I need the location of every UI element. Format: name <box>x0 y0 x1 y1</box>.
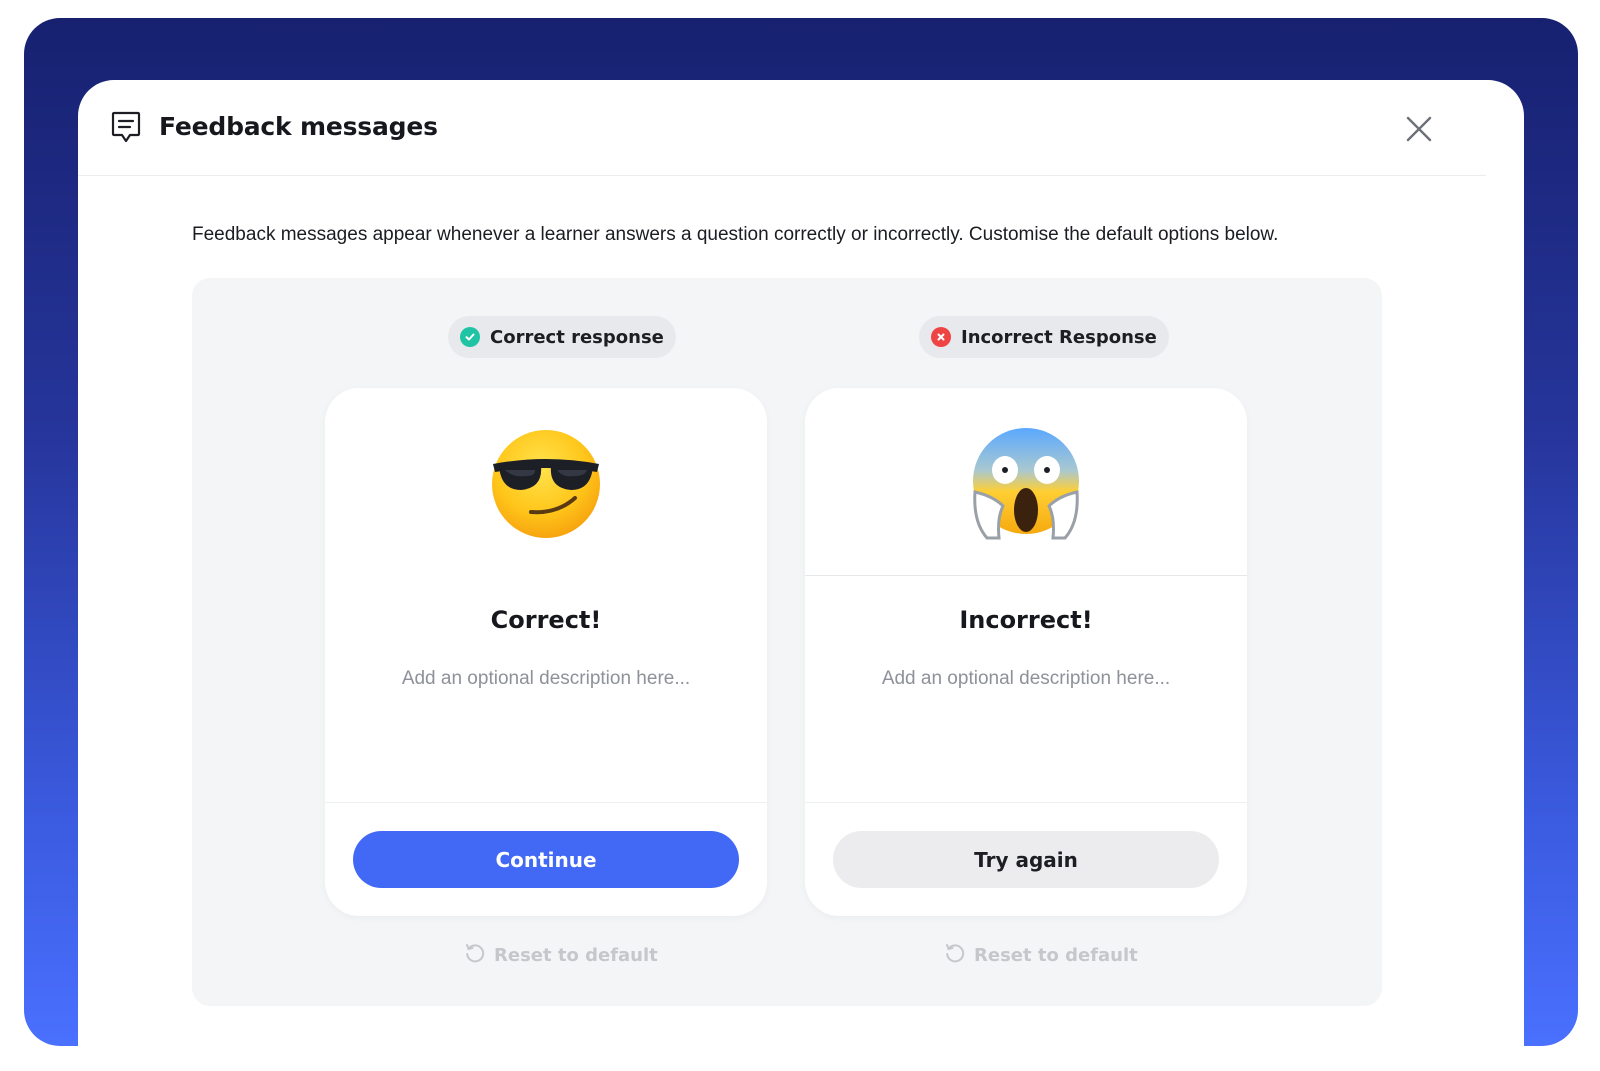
modal-header: Feedback messages <box>78 80 1486 176</box>
x-circle-icon <box>931 327 951 347</box>
check-circle-icon <box>460 327 480 347</box>
continue-button[interactable]: Continue <box>353 831 739 888</box>
reset-correct-button[interactable]: Reset to default <box>464 942 658 969</box>
feedback-preview-panel: Correct response Incorrect Response Corr… <box>192 278 1382 1006</box>
modal-title: Feedback messages <box>159 112 438 141</box>
incorrect-title[interactable]: Incorrect! <box>805 606 1247 634</box>
incorrect-response-badge: Incorrect Response <box>919 316 1169 358</box>
card-divider <box>805 802 1247 803</box>
feedback-messages-modal: Feedback messages Feedback messages appe… <box>78 80 1524 1046</box>
screaming-face-emoji-icon[interactable] <box>971 426 1081 542</box>
close-icon[interactable] <box>1404 114 1434 144</box>
sunglasses-emoji-icon[interactable] <box>491 426 601 542</box>
reset-icon <box>944 942 966 969</box>
intro-text: Feedback messages appear whenever a lear… <box>192 224 1279 245</box>
reset-label: Reset to default <box>974 945 1138 966</box>
correct-description-field[interactable]: Add an optional description here... <box>325 668 767 690</box>
background-frame: Feedback messages Feedback messages appe… <box>24 18 1578 1046</box>
incorrect-description-field[interactable]: Add an optional description here... <box>805 668 1247 690</box>
media-divider <box>805 575 1247 576</box>
card-divider <box>325 802 767 803</box>
correct-response-label: Correct response <box>490 326 664 348</box>
correct-response-badge: Correct response <box>448 316 676 358</box>
incorrect-response-label: Incorrect Response <box>961 326 1157 348</box>
reset-incorrect-button[interactable]: Reset to default <box>944 942 1138 969</box>
reset-label: Reset to default <box>494 945 658 966</box>
reset-icon <box>464 942 486 969</box>
incorrect-feedback-card: Incorrect! Add an optional description h… <box>805 388 1247 916</box>
message-square-icon <box>110 110 142 144</box>
try-again-button[interactable]: Try again <box>833 831 1219 888</box>
correct-feedback-card: Correct! Add an optional description her… <box>325 388 767 916</box>
correct-title[interactable]: Correct! <box>325 606 767 634</box>
